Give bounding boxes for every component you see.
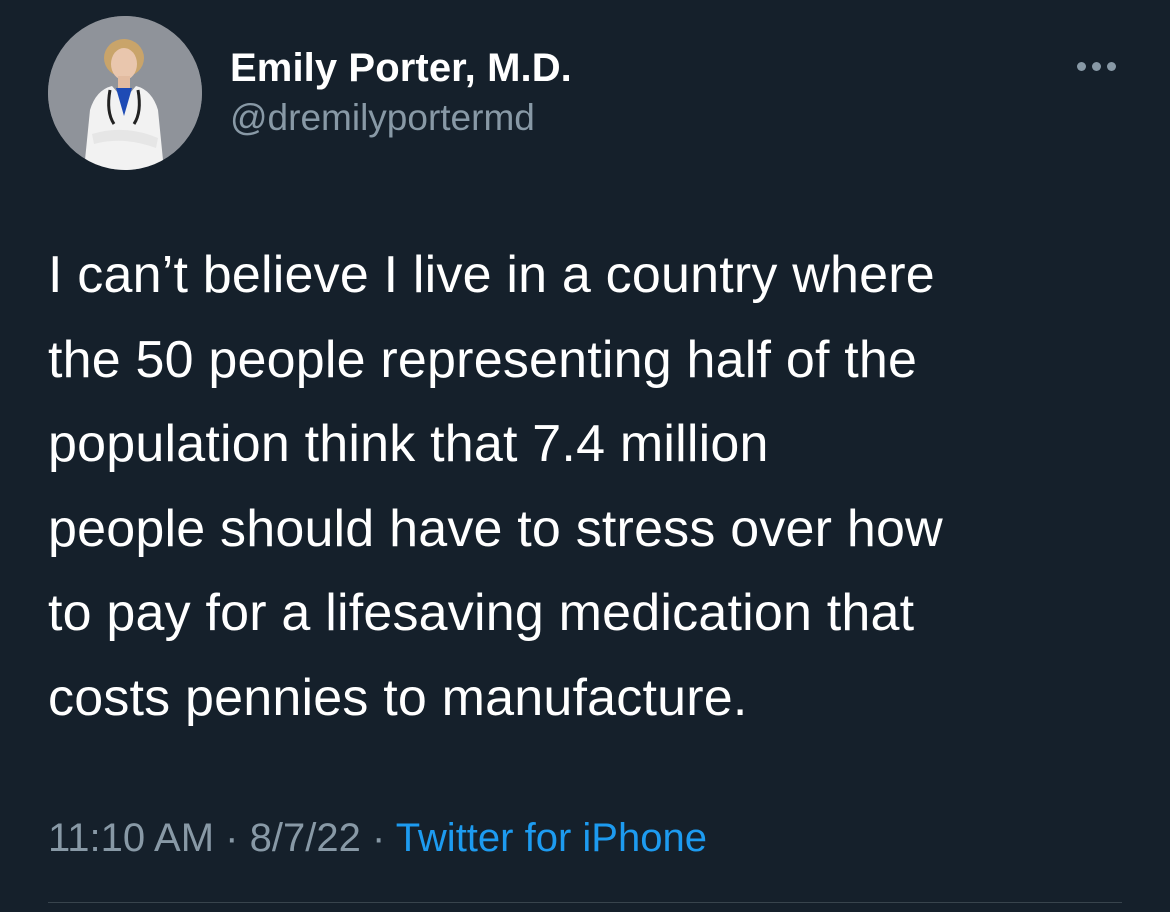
tweet-source-link[interactable]: Twitter for iPhone — [396, 816, 707, 860]
meta-separator: · — [225, 816, 239, 860]
meta-separator: · — [371, 816, 386, 860]
tweet-author[interactable]: Emily Porter, M.D. @dremilyportermd — [230, 44, 572, 140]
profile-photo-icon — [48, 16, 202, 170]
divider — [48, 902, 1122, 903]
tweet-card: Emily Porter, M.D. @dremilyportermd I ca… — [0, 0, 1170, 912]
more-horizontal-icon — [1106, 61, 1116, 71]
tweet-meta: 11:10 AM · 8/7/22 · Twitter for iPhone — [48, 812, 707, 864]
tweet-date[interactable]: 8/7/22 — [250, 816, 361, 860]
tweet-text: I can’t believe I live in a country wher… — [48, 246, 943, 727]
user-handle[interactable]: @dremilyportermd — [230, 96, 572, 140]
display-name[interactable]: Emily Porter, M.D. — [230, 44, 572, 92]
avatar[interactable] — [48, 16, 202, 170]
tweet-time[interactable]: 11:10 AM — [48, 816, 214, 860]
more-horizontal-icon — [1091, 61, 1101, 71]
more-horizontal-icon — [1076, 61, 1086, 71]
more-options-button[interactable] — [1066, 52, 1126, 80]
